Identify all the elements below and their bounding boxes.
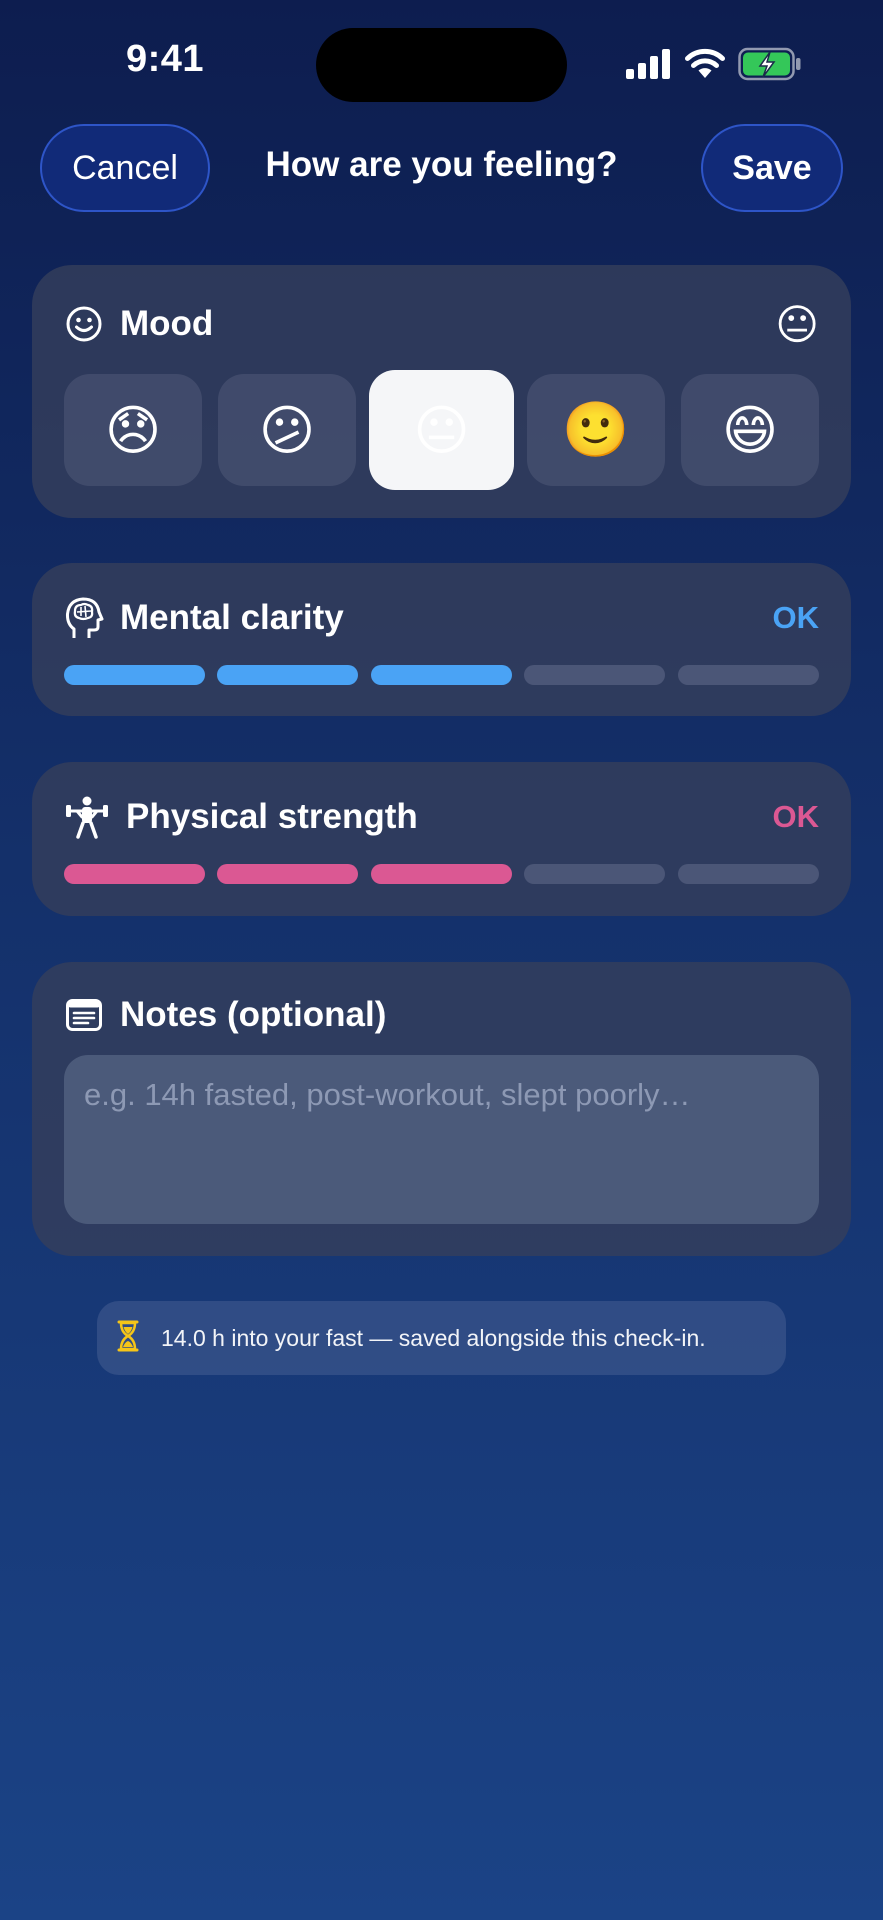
mood-options: 😞 😕 😐 🙂 😄 bbox=[64, 370, 819, 490]
mental-clarity-scale bbox=[64, 665, 819, 685]
cancel-button[interactable]: Cancel bbox=[40, 124, 210, 212]
mood-option-sad[interactable]: 😕 bbox=[218, 374, 356, 486]
status-bar: 9:41 bbox=[0, 0, 883, 120]
mood-option-neutral[interactable]: 😐 bbox=[369, 370, 514, 490]
brain-head-icon bbox=[64, 596, 104, 640]
battery-charging-icon bbox=[738, 47, 801, 81]
mood-title: Mood bbox=[120, 304, 214, 343]
physical-strength-segment-4[interactable] bbox=[524, 864, 665, 884]
notes-header: Notes (optional) bbox=[64, 990, 819, 1040]
mental-clarity-segment-4[interactable] bbox=[524, 665, 665, 685]
mental-clarity-value: OK bbox=[772, 600, 820, 635]
mental-clarity-segment-2[interactable] bbox=[217, 665, 358, 685]
physical-strength-segment-5[interactable] bbox=[678, 864, 819, 884]
fast-info-text: 14.0 h into your fast — saved alongside … bbox=[161, 1324, 706, 1351]
physical-strength-card: Physical strength OK bbox=[32, 762, 851, 916]
mental-clarity-card: Mental clarity OK bbox=[32, 563, 851, 716]
mood-current-emoji: 😐 bbox=[775, 300, 819, 348]
hourglass-icon bbox=[117, 1320, 139, 1357]
physical-strength-segment-1[interactable] bbox=[64, 864, 205, 884]
physical-strength-header: Physical strength OK bbox=[64, 792, 819, 842]
mental-clarity-segment-1[interactable] bbox=[64, 665, 205, 685]
mood-option-very-happy[interactable]: 😄 bbox=[681, 374, 819, 486]
notes-input[interactable] bbox=[64, 1055, 819, 1224]
physical-strength-scale bbox=[64, 864, 819, 884]
mental-clarity-segment-5[interactable] bbox=[678, 665, 819, 685]
dynamic-island bbox=[316, 28, 567, 102]
physical-strength-value: OK bbox=[772, 799, 820, 834]
cellular-signal-icon bbox=[626, 49, 672, 79]
notes-title: Notes (optional) bbox=[120, 995, 387, 1034]
smiley-icon bbox=[64, 302, 104, 346]
mood-option-very-sad[interactable]: 😞 bbox=[64, 374, 202, 486]
mood-option-happy[interactable]: 🙂 bbox=[527, 374, 665, 486]
status-time: 9:41 bbox=[125, 38, 205, 80]
notes-card: Notes (optional) bbox=[32, 962, 851, 1256]
mental-clarity-header: Mental clarity OK bbox=[64, 593, 819, 643]
note-text-icon bbox=[64, 993, 104, 1037]
physical-strength-segment-3[interactable] bbox=[371, 864, 512, 884]
mental-clarity-segment-3[interactable] bbox=[371, 665, 512, 685]
fast-info-banner: 14.0 h into your fast — saved alongside … bbox=[97, 1301, 786, 1375]
page-title: How are you feeling? bbox=[265, 145, 618, 184]
physical-strength-title: Physical strength bbox=[126, 797, 418, 836]
mental-clarity-title: Mental clarity bbox=[120, 598, 344, 637]
mood-header: Mood 😐 bbox=[64, 299, 819, 349]
mood-card: Mood 😐 😞 😕 😐 🙂 😄 bbox=[32, 265, 851, 518]
weightlifter-icon bbox=[64, 795, 110, 839]
wifi-icon bbox=[685, 48, 725, 78]
physical-strength-segment-2[interactable] bbox=[217, 864, 358, 884]
save-button[interactable]: Save bbox=[701, 124, 843, 212]
